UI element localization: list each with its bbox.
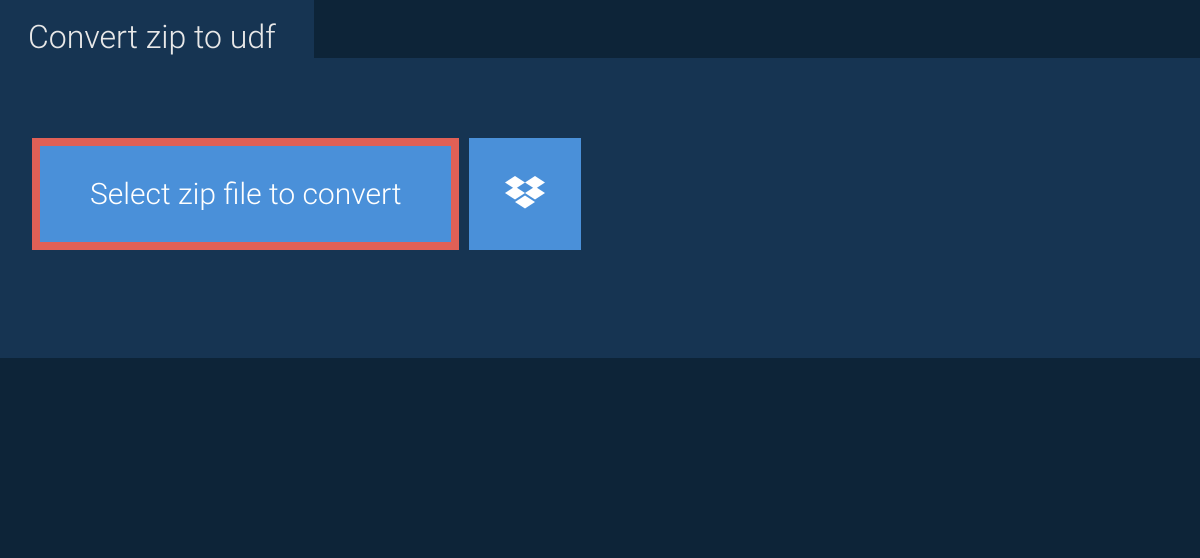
select-file-label: Select zip file to convert bbox=[90, 177, 401, 212]
dropbox-button[interactable] bbox=[469, 138, 581, 250]
button-row: Select zip file to convert bbox=[0, 58, 1200, 250]
dropbox-icon bbox=[505, 176, 545, 212]
converter-panel: Convert zip to udf Select zip file to co… bbox=[0, 58, 1200, 358]
select-file-button[interactable]: Select zip file to convert bbox=[32, 138, 459, 250]
tab-title-text: Convert zip to udf bbox=[28, 18, 276, 56]
tab-title: Convert zip to udf bbox=[0, 0, 314, 74]
